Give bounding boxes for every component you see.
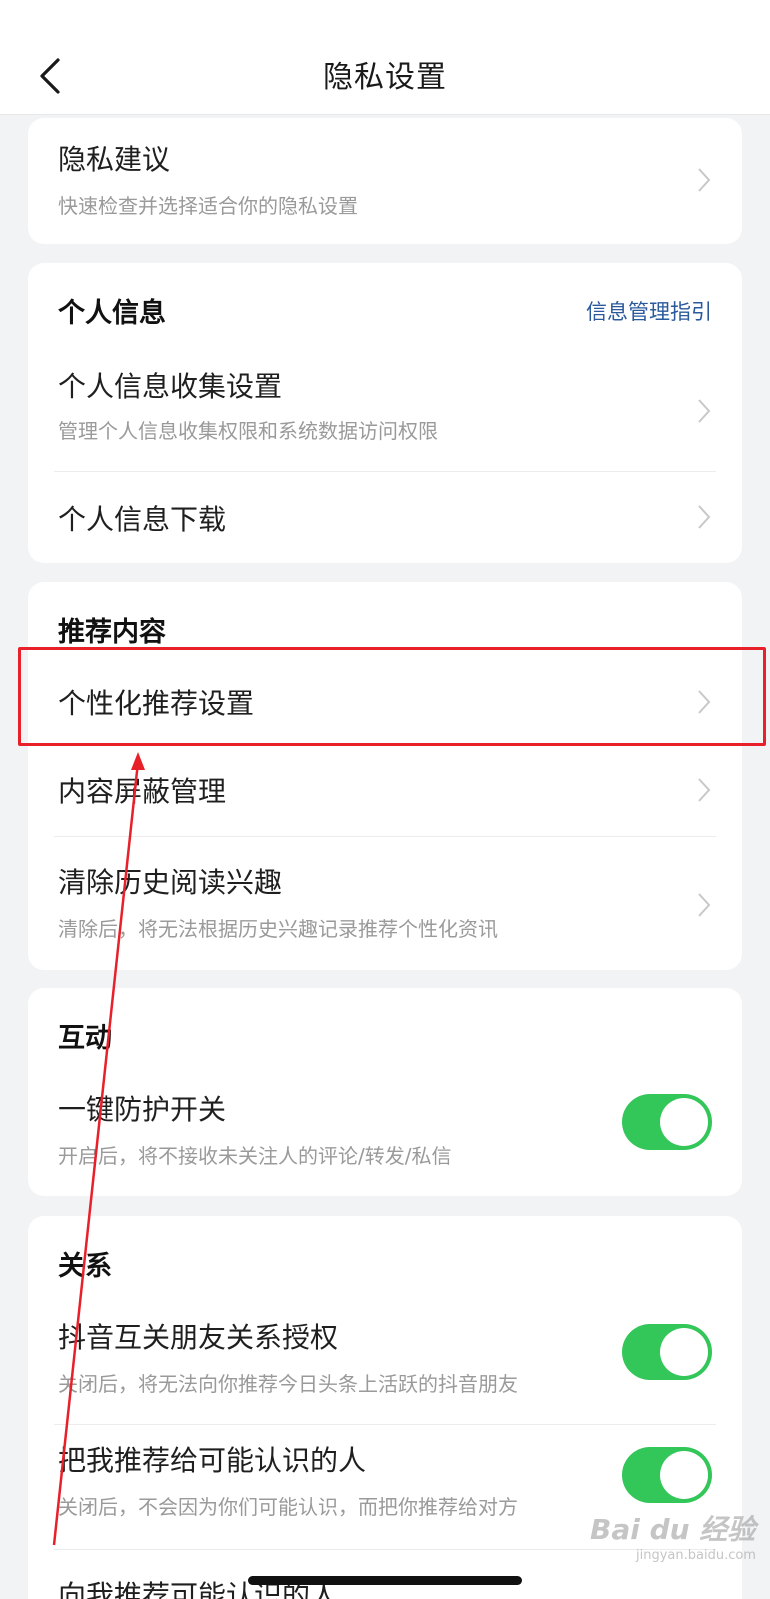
- personal-info-download-item[interactable]: 个人信息下载: [28, 472, 742, 563]
- section-title-relationship: 关系: [58, 1251, 112, 1282]
- item-subtitle: 关闭后，将无法向你推荐今日头条上活跃的抖音朋友: [58, 1372, 518, 1396]
- toggle-knob: [660, 1098, 708, 1146]
- personalized-recommend-item[interactable]: 个性化推荐设置: [28, 658, 742, 746]
- douyin-friends-auth-item: 抖音互关朋友关系授权 关闭后，将无法向你推荐今日头条上活跃的抖音朋友: [28, 1302, 742, 1424]
- chevron-right-icon: [698, 778, 711, 802]
- personal-info-collection-item[interactable]: 个人信息收集设置 管理个人信息收集权限和系统数据访问权限: [28, 351, 742, 471]
- item-title: 个性化推荐设置: [58, 687, 255, 720]
- section-title-personal-info: 个人信息: [58, 298, 166, 329]
- toggle-knob: [660, 1328, 708, 1376]
- chevron-right-icon: [698, 893, 711, 917]
- item-subtitle: 管理个人信息收集权限和系统数据访问权限: [58, 419, 438, 443]
- item-subtitle: 关闭后，不会因为你们可能认识，而把你推荐给对方: [58, 1495, 518, 1519]
- section-title-recommend: 推荐内容: [58, 617, 166, 648]
- interaction-card: 互动 一键防护开关 开启后，将不接收未关注人的评论/转发/私信: [28, 988, 742, 1196]
- watermark-logo: Bai du 经验: [590, 1513, 756, 1546]
- recommend-card: 推荐内容 个性化推荐设置 内容屏蔽管理 清除历史阅读兴趣 清除后，将无法根据历史…: [28, 582, 742, 970]
- privacy-suggestion-title: 隐私建议: [58, 143, 171, 176]
- chevron-right-icon: [698, 168, 711, 192]
- privacy-suggestion-item[interactable]: 隐私建议 快速检查并选择适合你的隐私设置: [28, 118, 742, 244]
- clear-history-interest-item[interactable]: 清除历史阅读兴趣 清除后，将无法根据历史兴趣记录推荐个性化资讯: [28, 837, 742, 970]
- chevron-right-icon: [698, 690, 711, 714]
- one-key-protection-toggle[interactable]: [622, 1094, 712, 1150]
- chevron-right-icon: [698, 505, 711, 529]
- item-title: 个人信息收集设置: [58, 370, 283, 403]
- info-guide-link[interactable]: 信息管理指引: [586, 296, 712, 326]
- privacy-suggestion-card: 隐私建议 快速检查并选择适合你的隐私设置: [28, 118, 742, 244]
- item-title: 把我推荐给可能认识的人: [58, 1444, 367, 1477]
- douyin-friends-auth-toggle[interactable]: [622, 1324, 712, 1380]
- privacy-suggestion-subtitle: 快速检查并选择适合你的隐私设置: [58, 194, 358, 218]
- item-title: 个人信息下载: [58, 503, 227, 536]
- item-subtitle: 清除后，将无法根据历史兴趣记录推荐个性化资讯: [58, 917, 498, 941]
- one-key-protection-item: 一键防护开关 开启后，将不接收未关注人的评论/转发/私信: [28, 1074, 742, 1196]
- toggle-knob: [660, 1451, 708, 1499]
- item-title: 内容屏蔽管理: [58, 775, 227, 808]
- page-title: 隐私设置: [323, 60, 447, 95]
- recommend-me-to-others-toggle[interactable]: [622, 1447, 712, 1503]
- recommend-people-to-me-item[interactable]: 向我推荐可能认识的人: [28, 1550, 742, 1599]
- item-title: 抖音互关朋友关系授权: [58, 1321, 339, 1354]
- chevron-right-icon: [698, 399, 711, 423]
- section-title-interaction: 互动: [58, 1023, 112, 1054]
- nav-bar: 隐私设置: [0, 0, 770, 115]
- content-block-item[interactable]: 内容屏蔽管理: [28, 746, 742, 836]
- personal-info-card: 个人信息 信息管理指引 个人信息收集设置 管理个人信息收集权限和系统数据访问权限…: [28, 263, 742, 563]
- item-subtitle: 开启后，将不接收未关注人的评论/转发/私信: [58, 1144, 452, 1168]
- item-title: 一键防护开关: [58, 1093, 227, 1126]
- item-title: 清除历史阅读兴趣: [58, 866, 283, 899]
- home-indicator[interactable]: [248, 1576, 522, 1585]
- watermark-url: jingyan.baidu.com: [636, 1548, 756, 1563]
